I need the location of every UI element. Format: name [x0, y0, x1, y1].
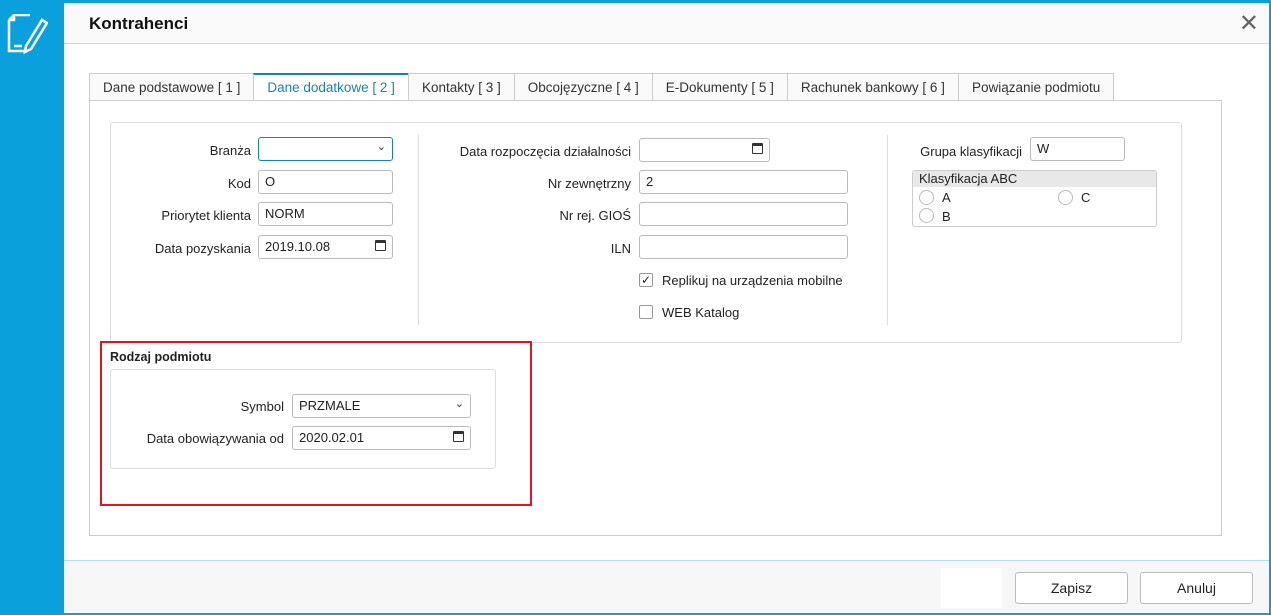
rodzaj-podmiotu-group [110, 369, 496, 469]
grupa-klasyfikacji-label: Grupa klasyfikacji [920, 144, 1022, 159]
sidebar [0, 0, 64, 615]
document-edit-icon [7, 14, 48, 54]
footer-spacer [941, 568, 1002, 608]
tab-kontakty[interactable]: Kontakty [ 3 ] [407, 73, 515, 101]
kod-label: Kod [227, 176, 251, 191]
data-obowiazywania-input[interactable]: 2020.02.01 [292, 426, 471, 450]
tab-dane-podstawowe[interactable]: Dane podstawowe [ 1 ] [89, 73, 255, 101]
tab-powiazanie-podmiotu[interactable]: Powiązanie podmiotu [957, 73, 1115, 101]
data-pozyskania-input[interactable]: 2019.10.08 [258, 235, 393, 259]
nr-gios-input[interactable] [639, 202, 848, 226]
tab-obcojezyczne[interactable]: Obcojęzyczne [ 4 ] [513, 73, 653, 101]
radio-c[interactable] [1058, 190, 1073, 205]
nr-gios-label: Nr rej. GIOŚ [559, 208, 631, 223]
rodzaj-podmiotu-title: Rodzaj podmiotu [110, 350, 212, 364]
nr-zewnetrzny-label: Nr zewnętrzny [547, 176, 631, 191]
iln-input[interactable] [639, 235, 848, 259]
radio-b-label: B [942, 209, 951, 224]
cancel-button[interactable]: Anuluj [1140, 572, 1253, 604]
column-divider [887, 135, 888, 325]
symbol-value: PRZMALE [299, 398, 361, 413]
replikuj-checkbox[interactable]: ✓ [639, 273, 653, 287]
tab-e-dokumenty[interactable]: E-Dokumenty [ 5 ] [651, 73, 788, 101]
web-katalog-label: WEB Katalog [662, 305, 740, 320]
data-pozyskania-value: 2019.10.08 [265, 239, 331, 254]
priorytet-label: Priorytet klienta [161, 208, 251, 223]
data-obowiazywania-value: 2020.02.01 [299, 430, 365, 445]
tab-bar: Dane podstawowe [ 1 ] Dane dodatkowe [ 2… [89, 73, 1115, 101]
save-button[interactable]: Zapisz [1015, 572, 1128, 604]
iln-label: ILN [610, 241, 631, 256]
branza-select[interactable]: ⌄ [258, 137, 393, 161]
branza-label: Branża [209, 143, 251, 158]
nr-zewnetrzny-input[interactable]: 2 [639, 170, 848, 194]
tab-dane-dodatkowe[interactable]: Dane dodatkowe [ 2 ] [253, 73, 409, 101]
window-header: Kontrahenci ✕ [64, 3, 1269, 44]
calendar-icon[interactable] [752, 143, 763, 154]
tab-rachunek-bankowy[interactable]: Rachunek bankowy [ 6 ] [786, 73, 959, 101]
radio-b[interactable] [919, 208, 934, 223]
web-katalog-checkbox[interactable] [639, 305, 653, 319]
grupa-klasyfikacji-input[interactable]: W [1030, 137, 1125, 161]
priorytet-input[interactable]: NORM [258, 202, 393, 226]
kod-input[interactable]: O [258, 170, 393, 194]
calendar-icon[interactable] [375, 240, 386, 251]
radio-a-label: A [942, 190, 951, 205]
klasyfikacja-abc-title: Klasyfikacja ABC [913, 171, 1156, 187]
close-icon[interactable]: ✕ [1239, 9, 1259, 38]
window-title: Kontrahenci [89, 14, 189, 33]
symbol-select[interactable]: PRZMALE ⌄ [292, 394, 471, 418]
chevron-down-icon: ⌄ [376, 141, 386, 153]
radio-c-label: C [1081, 190, 1091, 205]
data-pozyskania-label: Data pozyskania [154, 241, 251, 256]
data-rozpoczecia-label: Data rozpoczęcia działalności [459, 144, 631, 159]
symbol-label: Symbol [240, 399, 284, 414]
replikuj-label: Replikuj na urządzenia mobilne [662, 273, 843, 288]
calendar-icon[interactable] [453, 431, 464, 442]
radio-a[interactable] [919, 190, 934, 205]
column-divider [418, 135, 419, 325]
chevron-down-icon: ⌄ [454, 398, 464, 410]
data-rozpoczecia-input[interactable] [639, 138, 770, 162]
data-obowiazywania-label: Data obowiązywania od [146, 431, 284, 446]
